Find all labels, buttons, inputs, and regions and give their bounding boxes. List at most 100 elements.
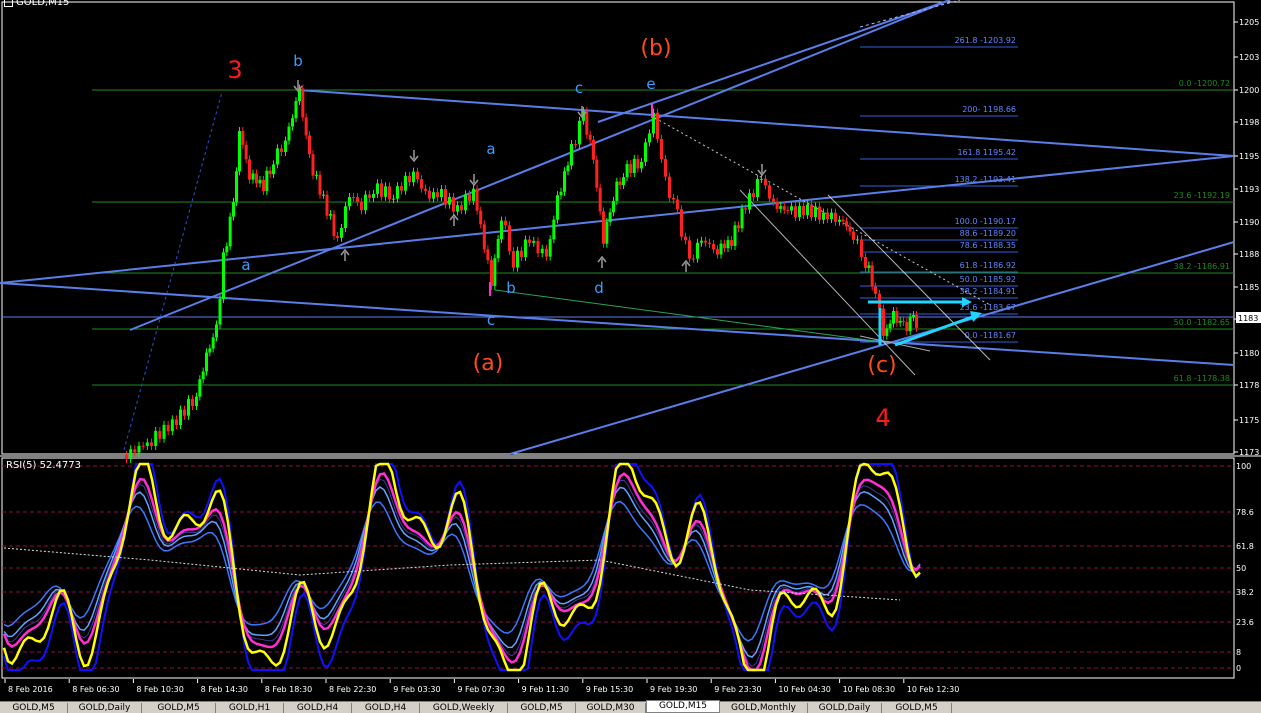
wave-label-minor: c xyxy=(487,311,495,329)
candle-body xyxy=(258,179,262,184)
rsi-tick-label: 78.6 xyxy=(1236,508,1254,517)
chart-tabs-bar: GOLD,M5 GOLD,Daily GOLD,M5 GOLD,H1 GOLD,H4 GO… xyxy=(0,700,1261,713)
candle-body xyxy=(532,240,536,243)
window-menu-icon[interactable] xyxy=(4,0,13,7)
price-tick-label: 1180 xyxy=(1239,349,1259,358)
candle-body xyxy=(524,239,527,257)
candle-body xyxy=(915,315,918,328)
candle-body xyxy=(472,188,475,201)
fib-side-label: 0.0 -1200.72 xyxy=(1179,79,1230,88)
candle-body xyxy=(225,246,229,253)
candle-body xyxy=(841,219,845,222)
wave-label-minor: d xyxy=(594,279,604,297)
candle-body xyxy=(284,140,287,153)
candle-body xyxy=(629,164,633,174)
candle-body xyxy=(830,212,833,219)
fib-main-label: 78.6 -1188.35 xyxy=(960,241,1016,250)
candle-body xyxy=(867,265,871,268)
time-tick-label: 9 Feb 19:30 xyxy=(650,685,697,694)
rsi-label: RSI(5) 52.4773 xyxy=(6,460,81,471)
candle-body xyxy=(779,206,783,209)
candle-body xyxy=(208,348,212,353)
tab-gold-m15[interactable]: GOLD,M15 xyxy=(646,700,720,713)
candle-body xyxy=(287,126,291,141)
candle-body xyxy=(187,399,190,416)
candle-body xyxy=(756,178,759,197)
chart-window[interactable]: 1205 1203 1200 1198 1195 1193 1190 1188 1185 1183… xyxy=(0,0,1261,712)
candle-body xyxy=(162,424,166,439)
price-tick-label: 1185 xyxy=(1239,283,1259,292)
candle-body xyxy=(605,221,609,244)
trendline-upper xyxy=(597,0,951,123)
fractal-up-icon xyxy=(597,255,607,268)
candle-body xyxy=(452,196,455,212)
candle-body xyxy=(166,424,170,432)
candle-body xyxy=(150,442,153,446)
candle-body xyxy=(660,138,663,159)
candle-body xyxy=(566,165,570,172)
candle-body xyxy=(708,242,711,245)
time-tick-label: 8 Feb 06:30 xyxy=(72,685,119,694)
candle-body xyxy=(262,179,265,191)
candle-body xyxy=(436,192,439,198)
candle-body xyxy=(235,171,238,202)
candle-body xyxy=(255,173,258,184)
candle-body xyxy=(719,243,723,255)
candle-body xyxy=(364,194,367,211)
candle-body xyxy=(692,258,695,260)
time-tick-label: 9 Feb 07:30 xyxy=(457,685,504,694)
candle-body xyxy=(348,196,351,207)
time-tick-label: 9 Feb 03:30 xyxy=(393,685,440,694)
candle-body xyxy=(392,198,395,200)
candle-body xyxy=(595,159,599,188)
candle-body xyxy=(545,248,548,257)
candle-body xyxy=(232,201,235,217)
candle-body xyxy=(680,209,683,237)
wave-label-3: 3 xyxy=(227,56,242,84)
candle-body xyxy=(344,206,347,228)
price-tick-label: 1195 xyxy=(1239,152,1259,161)
candle-body xyxy=(251,173,255,180)
candle-body xyxy=(322,194,325,196)
candle-body xyxy=(404,175,407,191)
candle-body xyxy=(384,186,387,197)
candle-body xyxy=(592,139,595,160)
candle-body xyxy=(372,193,375,198)
rsi-tick-label: 0 xyxy=(1236,664,1241,673)
candle-body xyxy=(158,430,162,439)
candle-body xyxy=(818,206,821,220)
candle-body xyxy=(272,164,275,175)
candle-body xyxy=(730,240,733,246)
candle-body xyxy=(265,170,269,191)
price-tick-label: 1190 xyxy=(1239,218,1259,227)
fib-main-label: 161.8 1195.42 xyxy=(957,148,1016,157)
candle-body xyxy=(440,189,443,198)
candle-body xyxy=(496,238,500,259)
candle-body xyxy=(898,321,902,323)
candle-body xyxy=(137,445,141,453)
time-tick-label: 10 Feb 04:30 xyxy=(778,685,830,694)
candle-body xyxy=(432,192,435,199)
candle-body xyxy=(794,206,797,217)
candle-body xyxy=(175,419,178,426)
candle-body xyxy=(304,117,308,136)
candle-body xyxy=(636,158,640,169)
price-chart[interactable]: 1205 1203 1200 1198 1195 1193 1190 1188 1185 1183… xyxy=(0,0,1261,701)
candle-body xyxy=(684,236,687,241)
fib-side-label: 61.8 -1178.38 xyxy=(1174,374,1230,383)
candle-body xyxy=(860,239,863,257)
time-tick-label: 8 Feb 2016 xyxy=(8,685,53,694)
candle-body xyxy=(416,171,419,180)
trendline-green xyxy=(494,289,876,342)
wave-label-b-paren: (b) xyxy=(640,36,671,61)
candle-body xyxy=(222,252,225,300)
candle-body xyxy=(782,206,786,211)
fib-main-label: 61.8 -1186.92 xyxy=(960,261,1016,270)
wave-label-4: 4 xyxy=(875,404,890,432)
candle-body xyxy=(191,399,194,406)
candle-body xyxy=(802,205,805,216)
candle-body xyxy=(864,256,867,268)
candle-body xyxy=(826,212,829,219)
fractal-down-icon xyxy=(469,174,479,187)
candle-body xyxy=(311,154,315,176)
